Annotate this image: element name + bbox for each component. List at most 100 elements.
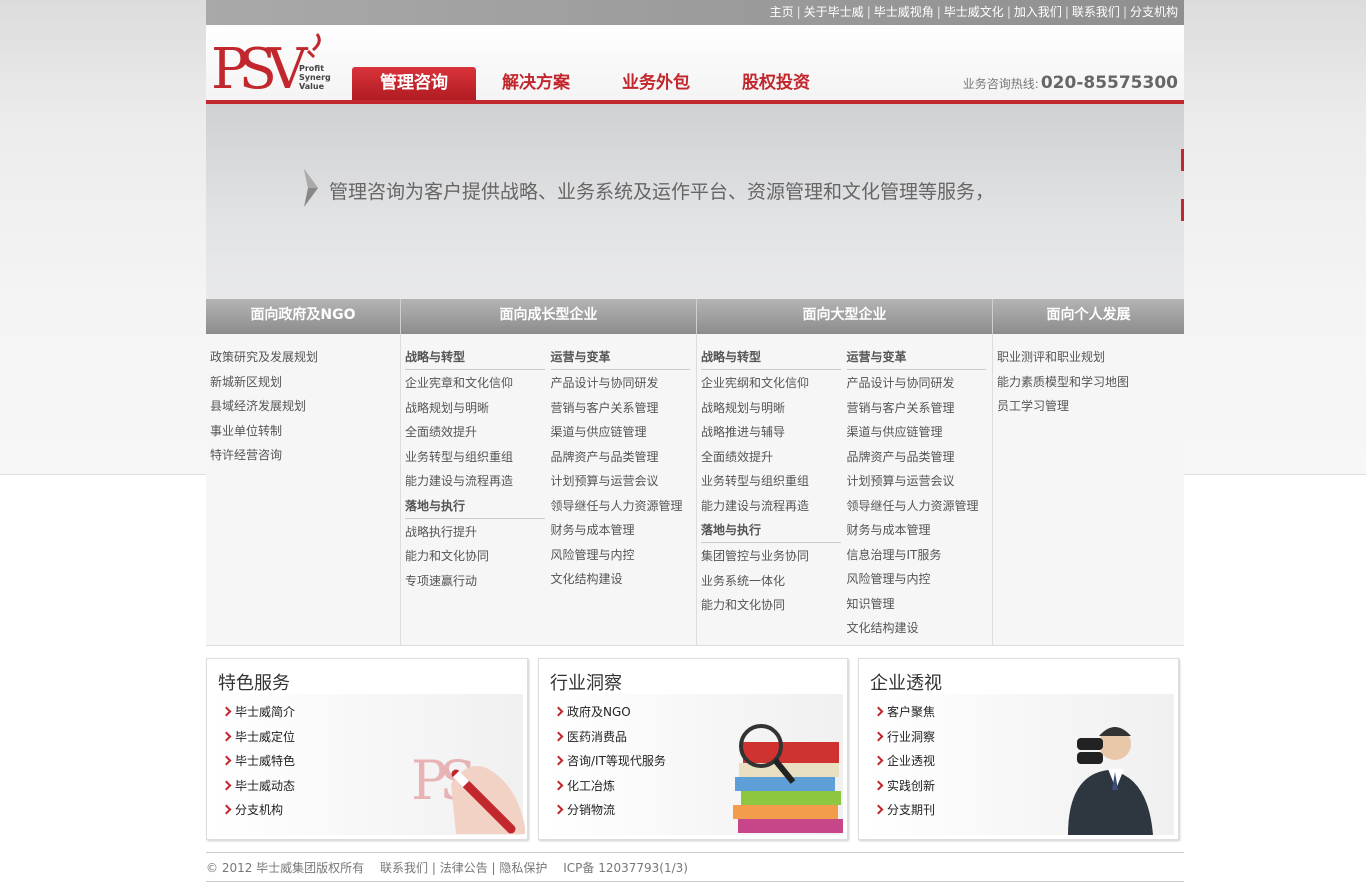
- svg-text:Synergy: Synergy: [299, 73, 331, 82]
- list-item[interactable]: 新城新区规划: [210, 373, 400, 398]
- list-item[interactable]: 财务与成本管理: [551, 521, 697, 546]
- list-item[interactable]: 分支机构: [223, 802, 295, 827]
- list-item[interactable]: 分支期刊: [875, 802, 935, 827]
- box-list: 政府及NGO 医药消费品 咨询/IT等现代服务 化工冶炼 分销物流: [555, 704, 666, 827]
- list-item[interactable]: 财务与成本管理: [847, 521, 993, 546]
- top-link-perspective[interactable]: 毕士威视角: [874, 5, 934, 19]
- list-item[interactable]: 毕士威定位: [223, 729, 295, 754]
- list-item[interactable]: 专项速赢行动: [405, 572, 551, 597]
- list-item[interactable]: 毕士威特色: [223, 753, 295, 778]
- icp-number: ICP备 12037793(1/3): [563, 861, 688, 875]
- list-item[interactable]: 企业宪纲和文化信仰: [701, 374, 847, 399]
- list-item[interactable]: 领导继任与人力资源管理: [847, 497, 993, 522]
- logo-tagline-1: Profit: [299, 64, 324, 73]
- top-link-contact[interactable]: 联系我们: [1072, 5, 1120, 19]
- list-item[interactable]: 企业宪章和文化信仰: [405, 374, 551, 399]
- list-item[interactable]: 风险管理与内控: [551, 546, 697, 571]
- list-item[interactable]: 营销与客户关系管理: [847, 399, 993, 424]
- list-item[interactable]: 客户聚焦: [875, 704, 935, 729]
- banner-accent-mark: [1181, 199, 1184, 221]
- top-link-about[interactable]: 关于毕士威: [804, 5, 864, 19]
- list-item[interactable]: 能力建设与流程再造: [405, 472, 551, 497]
- feature-boxes: 特色服务 PS 毕士威简介 毕士威定位 毕士威特色 毕士威动态 分支机构 行业洞…: [206, 658, 1184, 840]
- list-item[interactable]: 战略规划与明晰: [701, 399, 847, 424]
- list-item[interactable]: 品牌资产与品类管理: [551, 448, 697, 473]
- tab-government-ngo[interactable]: 面向政府及NGO: [206, 299, 401, 334]
- copyright: © 2012 毕士威集团版权所有: [206, 861, 365, 875]
- list-item[interactable]: 业务系统一体化: [701, 572, 847, 597]
- list-item[interactable]: 文化结构建设: [551, 570, 697, 595]
- list-item[interactable]: 县域经济发展规划: [210, 397, 400, 422]
- list-item[interactable]: 能力和文化协同: [405, 547, 551, 572]
- list-item[interactable]: 计划预算与运营会议: [551, 472, 697, 497]
- list-item[interactable]: 文化结构建设: [847, 619, 993, 644]
- list-item[interactable]: 行业洞察: [875, 729, 935, 754]
- list-item[interactable]: 化工冶炼: [555, 778, 666, 803]
- list-item[interactable]: 渠道与供应链管理: [551, 423, 697, 448]
- list-item[interactable]: 实践创新: [875, 778, 935, 803]
- hotline-label: 业务咨询热线:: [962, 77, 1039, 91]
- list-item[interactable]: 事业单位转制: [210, 422, 400, 447]
- category-col-personal: 职业测评和职业规划 能力素质模型和学习地图 员工学习管理: [993, 334, 1184, 646]
- list-item[interactable]: 职业测评和职业规划: [997, 348, 1184, 373]
- nav-equity-investment[interactable]: 股权投资: [716, 67, 836, 100]
- list-item[interactable]: 毕士威简介: [223, 704, 295, 729]
- list-item[interactable]: 医药消费品: [555, 729, 666, 754]
- list-item[interactable]: 信息治理与IT服务: [847, 546, 993, 571]
- category-panel: 政策研究及发展规划 新城新区规划 县域经济发展规划 事业单位转制 特许经营咨询 …: [206, 334, 1184, 646]
- footer-link-privacy[interactable]: 隐私保护: [499, 861, 547, 875]
- hero-banner: 管理咨询为客户提供战略、业务系统及运作平台、资源管理和文化管理等服务，: [206, 104, 1184, 299]
- list-item[interactable]: 业务转型与组织重组: [405, 448, 551, 473]
- subhead-execution: 落地与执行: [405, 497, 545, 519]
- subhead-operations: 运营与变革: [846, 348, 986, 370]
- top-link-join[interactable]: 加入我们: [1014, 5, 1062, 19]
- list-item[interactable]: 风险管理与内控: [847, 570, 993, 595]
- top-link-culture[interactable]: 毕士威文化: [944, 5, 1004, 19]
- list-item[interactable]: 能力素质模型和学习地图: [997, 373, 1184, 398]
- list-item[interactable]: 产品设计与协同研发: [847, 374, 993, 399]
- list-item[interactable]: 毕士威动态: [223, 778, 295, 803]
- nav-management-consulting[interactable]: 管理咨询: [352, 67, 476, 100]
- list-item[interactable]: 全面绩效提升: [405, 423, 551, 448]
- category-col-government: 政策研究及发展规划 新城新区规划 县域经济发展规划 事业单位转制 特许经营咨询: [206, 334, 401, 646]
- list-item[interactable]: 企业透视: [875, 753, 935, 778]
- box-featured-services: 特色服务 PS 毕士威简介 毕士威定位 毕士威特色 毕士威动态 分支机构: [206, 658, 528, 840]
- list-item[interactable]: 政策研究及发展规划: [210, 348, 400, 373]
- category-col-growth: 战略与转型 企业宪章和文化信仰 战略规划与明晰 全面绩效提升 业务转型与组织重组…: [401, 334, 697, 646]
- box-list: 毕士威简介 毕士威定位 毕士威特色 毕士威动态 分支机构: [223, 704, 295, 827]
- list-item[interactable]: 分销物流: [555, 802, 666, 827]
- list-item[interactable]: 能力和文化协同: [701, 596, 847, 621]
- nav-outsourcing[interactable]: 业务外包: [596, 67, 716, 100]
- top-link-home[interactable]: 主页: [770, 5, 794, 19]
- box-enterprise-view: 企业透视 客户聚焦 行业洞察 企业透视 实践创新 分支期刊: [858, 658, 1179, 840]
- list-item[interactable]: 战略执行提升: [405, 523, 551, 548]
- list-item[interactable]: 战略规划与明晰: [405, 399, 551, 424]
- list-item[interactable]: 战略推进与辅导: [701, 423, 847, 448]
- list-item[interactable]: 业务转型与组织重组: [701, 472, 847, 497]
- list-item[interactable]: 咨询/IT等现代服务: [555, 753, 666, 778]
- tab-growth-enterprise[interactable]: 面向成长型企业: [401, 299, 697, 334]
- list-item[interactable]: 知识管理: [847, 595, 993, 620]
- list-item[interactable]: 品牌资产与品类管理: [847, 448, 993, 473]
- box-list: 客户聚焦 行业洞察 企业透视 实践创新 分支期刊: [875, 704, 935, 827]
- tab-personal-development[interactable]: 面向个人发展: [993, 299, 1184, 334]
- psv-logo[interactable]: PSV Profit Synergy Value: [211, 31, 337, 102]
- top-link-branches[interactable]: 分支机构: [1130, 5, 1178, 19]
- list-item[interactable]: 产品设计与协同研发: [551, 374, 697, 399]
- tab-large-enterprise[interactable]: 面向大型企业: [697, 299, 993, 334]
- footer-link-contact[interactable]: 联系我们: [380, 861, 428, 875]
- footer-link-legal[interactable]: 法律公告: [440, 861, 488, 875]
- list-item[interactable]: 能力建设与流程再造: [701, 497, 847, 522]
- list-item[interactable]: 集团管控与业务协同: [701, 547, 847, 572]
- list-item[interactable]: 全面绩效提升: [701, 448, 847, 473]
- svg-text:PSV: PSV: [211, 37, 309, 93]
- list-item[interactable]: 营销与客户关系管理: [551, 399, 697, 424]
- list-item[interactable]: 特许经营咨询: [210, 446, 400, 471]
- list-item[interactable]: 政府及NGO: [555, 704, 666, 729]
- list-item[interactable]: 员工学习管理: [997, 397, 1184, 422]
- list-item[interactable]: 计划预算与运营会议: [847, 472, 993, 497]
- nav-solutions[interactable]: 解决方案: [476, 67, 596, 100]
- list-item[interactable]: 渠道与供应链管理: [847, 423, 993, 448]
- list-item[interactable]: 领导继任与人力资源管理: [551, 497, 697, 522]
- subhead-strategy: 战略与转型: [701, 348, 841, 370]
